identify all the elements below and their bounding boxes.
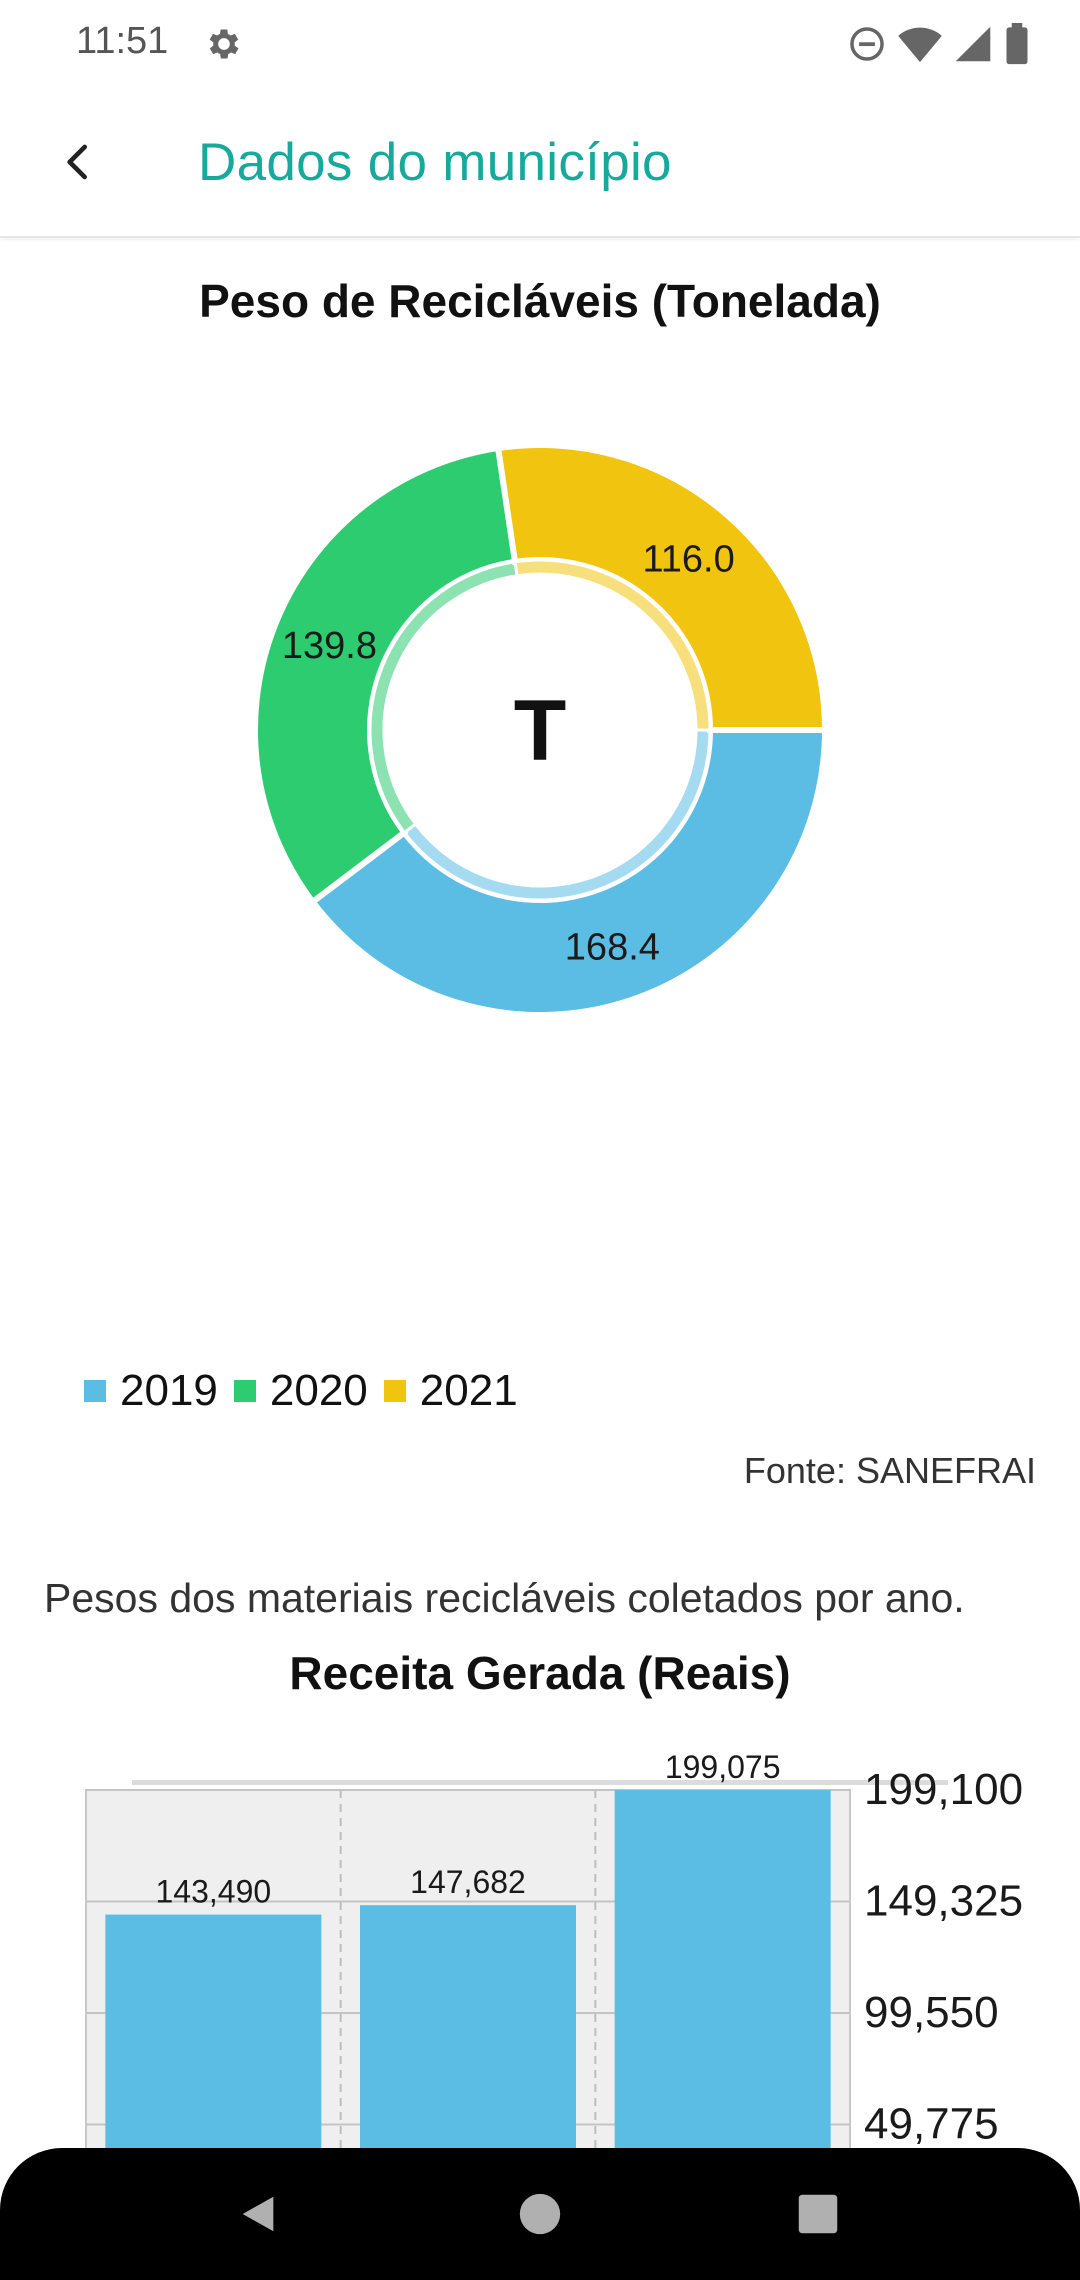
page-title: Dados do município (198, 133, 672, 192)
nav-back-icon (242, 2196, 274, 2232)
navigation-bar (0, 2148, 1080, 2280)
nav-back-button[interactable] (224, 2180, 292, 2248)
revenue-bar-chart: 199,100 149,325 99,550 49,775 143,490 147,682… (85, 1749, 1023, 2149)
battery-icon (1006, 23, 1028, 65)
status-time: 11:51 (76, 20, 169, 62)
status-bar: 11:51 (0, 0, 1080, 88)
back-button[interactable] (42, 126, 114, 198)
bar-y-tick-label: 99,550 (864, 1988, 999, 2037)
content-scroll-area[interactable]: Peso de Recicláveis (Tonelada) 168.4 139.… (0, 238, 1080, 2148)
nav-recents-icon (798, 2194, 838, 2234)
back-arrow-icon (67, 144, 87, 180)
cellular-signal-icon (955, 26, 991, 62)
bar-y-tick-label: 199,100 (864, 1765, 1023, 1814)
bar-2021 (614, 1790, 831, 2148)
bar-value-label-2020: 147,682 (410, 1864, 526, 1900)
bar-value-label-2019: 143,490 (155, 1874, 271, 1910)
bar-2020 (360, 1905, 576, 2148)
app-bar: Dados do município (0, 88, 1080, 238)
do-not-disturb-icon (850, 27, 884, 61)
bar-value-label-2021: 199,075 (665, 1749, 781, 1785)
bar-y-tick-label: 49,775 (864, 2100, 999, 2149)
wifi-icon (898, 27, 942, 63)
bar-y-tick-label: 149,325 (864, 1877, 1023, 1926)
bar-2019 (105, 1914, 322, 2148)
settings-gear-icon (209, 29, 239, 59)
nav-home-icon (519, 2193, 561, 2235)
nav-home-button[interactable] (506, 2180, 574, 2248)
nav-recents-button[interactable] (784, 2180, 852, 2248)
